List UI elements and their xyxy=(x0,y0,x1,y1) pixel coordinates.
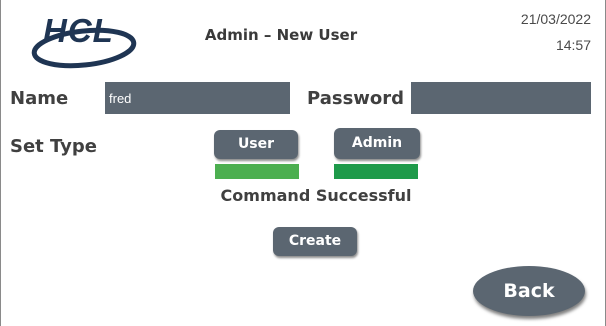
create-button[interactable]: Create xyxy=(273,227,357,256)
svg-text:HCL: HCL xyxy=(43,12,114,49)
name-label: Name xyxy=(10,88,69,109)
time-display: 14:57 xyxy=(555,37,591,53)
back-button[interactable]: Back xyxy=(473,266,585,316)
user-type-indicator xyxy=(215,164,299,179)
admin-new-user-screen: HCL Admin – New User 21/03/2022 14:57 Na… xyxy=(0,0,606,326)
admin-type-indicator xyxy=(334,164,418,179)
date-display: 21/03/2022 xyxy=(520,11,591,27)
user-type-button[interactable]: User xyxy=(214,130,298,159)
password-label: Password xyxy=(307,88,405,109)
password-field[interactable] xyxy=(411,82,591,114)
hcl-logo: HCL xyxy=(31,12,137,69)
admin-type-button[interactable]: Admin xyxy=(334,128,420,159)
set-type-label: Set Type xyxy=(10,136,98,157)
name-field[interactable] xyxy=(105,82,290,114)
status-message: Command Successful xyxy=(220,186,412,205)
page-title: Admin – New User xyxy=(204,26,358,44)
